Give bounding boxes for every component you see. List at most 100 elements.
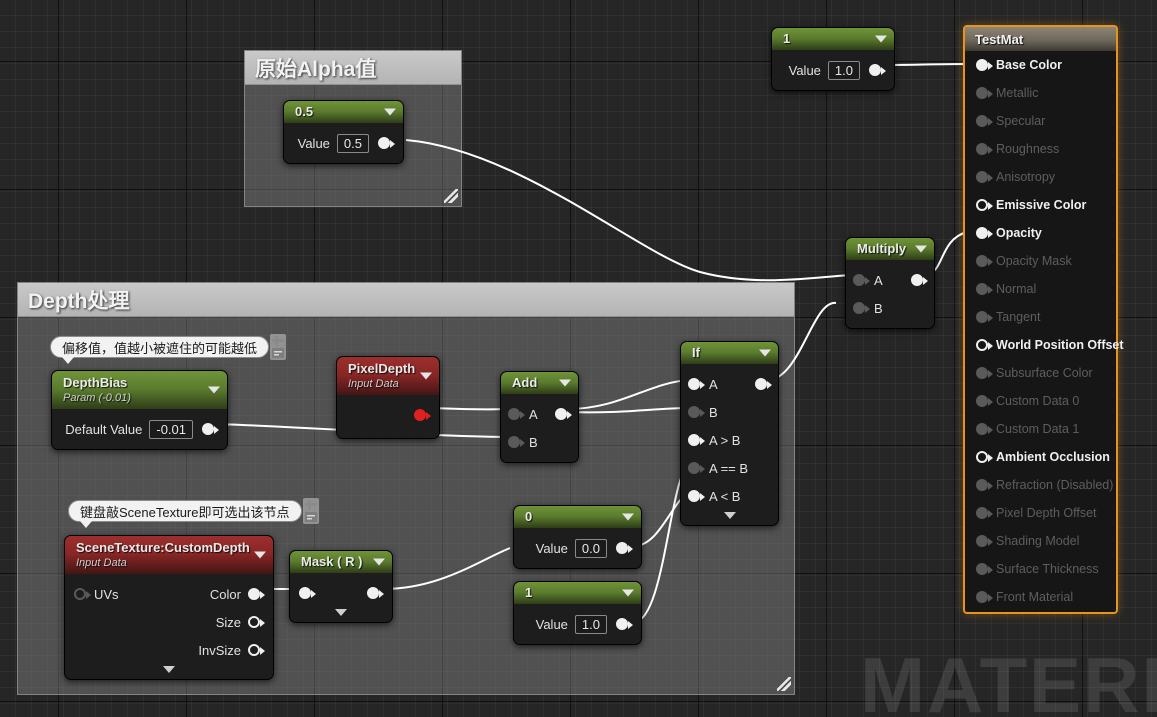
node-header[interactable]: Add (501, 372, 578, 394)
value-input[interactable]: 1.0 (827, 60, 860, 80)
node-header[interactable]: Mask ( R ) (290, 551, 392, 573)
material-input-row[interactable]: World Position Offset (965, 331, 1124, 359)
input-pin-a[interactable] (508, 407, 525, 421)
input-pin-a-greater-b[interactable] (688, 433, 705, 447)
comment-header-depth[interactable]: Depth处理 (18, 283, 794, 317)
material-input-row[interactable]: Ambient Occlusion (965, 443, 1116, 471)
material-input-pin[interactable] (976, 338, 993, 352)
node-constant-half[interactable]: 0.5 Value 0.5 (283, 100, 404, 164)
note-icon[interactable] (272, 348, 285, 358)
node-if[interactable]: If A B A > B A == B A < B (680, 341, 779, 526)
node-header[interactable]: DepthBias Param (-0.01) (52, 371, 227, 409)
material-input-pin[interactable] (976, 86, 993, 100)
node-constant-one-bottom[interactable]: 1 Value 1.0 (513, 581, 642, 645)
material-input-pin[interactable] (976, 282, 993, 296)
material-input-pin[interactable] (976, 58, 993, 72)
material-input-row[interactable]: Subsurface Color (965, 359, 1116, 387)
pin-icon[interactable] (272, 336, 285, 346)
node-header[interactable]: 0.5 (284, 101, 403, 123)
output-pin[interactable] (616, 541, 633, 555)
chevron-down-icon[interactable] (622, 589, 634, 597)
output-pin[interactable] (616, 617, 633, 631)
output-pin[interactable] (414, 408, 431, 422)
output-pin[interactable] (202, 422, 219, 436)
node-constant-one-top[interactable]: 1 Value 1.0 (771, 27, 895, 91)
chevron-down-icon[interactable] (875, 35, 887, 43)
input-pin-b[interactable] (853, 301, 870, 315)
material-input-row[interactable]: Metallic (965, 79, 1116, 107)
chevron-down-icon[interactable] (559, 379, 571, 387)
material-input-pin[interactable] (976, 254, 993, 268)
value-input[interactable]: -0.01 (149, 419, 193, 439)
material-input-row[interactable]: Base Color (965, 51, 1116, 79)
material-input-pin[interactable] (976, 170, 993, 184)
material-input-row[interactable]: Emissive Color (965, 191, 1116, 219)
material-input-row[interactable]: Opacity (965, 219, 1116, 247)
tooltip-bubble[interactable]: 键盘敲SceneTexture即可选出该节点 (68, 500, 302, 522)
node-header[interactable]: 1 (772, 28, 894, 50)
chevron-down-icon[interactable] (622, 513, 634, 521)
material-input-row[interactable]: Refraction (Disabled) (965, 471, 1116, 499)
expand-chevron-icon[interactable] (335, 609, 347, 616)
input-pin-a[interactable] (853, 273, 870, 287)
material-input-row[interactable]: Normal (965, 275, 1116, 303)
input-pin-a-equals-b[interactable] (688, 461, 705, 475)
material-input-pin[interactable] (976, 506, 993, 520)
resize-grip-icon[interactable] (777, 677, 791, 691)
output-pin-size[interactable] (248, 615, 265, 629)
node-header[interactable]: Multiply (846, 238, 934, 260)
chevron-down-icon[interactable] (759, 349, 771, 357)
material-input-row[interactable]: Custom Data 0 (965, 387, 1116, 415)
comment-header-alpha[interactable]: 原始Alpha值 (245, 51, 461, 85)
node-header[interactable]: 1 (514, 582, 641, 604)
material-input-pin[interactable] (976, 590, 993, 604)
material-input-pin[interactable] (976, 114, 993, 128)
material-input-row[interactable]: Shading Model (965, 527, 1116, 555)
material-input-pin[interactable] (976, 310, 993, 324)
material-input-row[interactable]: Custom Data 1 (965, 415, 1116, 443)
chevron-down-icon[interactable] (420, 372, 432, 380)
node-header[interactable]: SceneTexture:CustomDepth Input Data (65, 536, 273, 574)
input-pin-b[interactable] (688, 405, 705, 419)
value-input[interactable]: 0.5 (336, 133, 369, 153)
chevron-down-icon[interactable] (384, 108, 396, 116)
node-add[interactable]: Add A B (500, 371, 579, 463)
output-pin[interactable] (367, 586, 384, 600)
node-header[interactable]: PixelDepth Input Data (337, 357, 439, 395)
tooltip-depthbias[interactable]: 偏移值，值越小被遮住的可能越低 (50, 334, 287, 364)
material-input-pin[interactable] (976, 198, 993, 212)
node-multiply[interactable]: Multiply A B (845, 237, 935, 329)
material-input-pin[interactable] (976, 394, 993, 408)
tooltip-icon-group[interactable] (302, 498, 319, 524)
node-depthbias-param[interactable]: DepthBias Param (-0.01) Default Value -0… (51, 370, 228, 450)
pin-icon[interactable] (304, 500, 317, 510)
chevron-down-icon[interactable] (208, 386, 220, 394)
tooltip-icon-group[interactable] (270, 334, 287, 360)
node-scenetexture-customdepth[interactable]: SceneTexture:CustomDepth Input Data UVs … (64, 535, 274, 680)
value-input[interactable]: 0.0 (574, 538, 607, 558)
material-input-row[interactable]: Opacity Mask (965, 247, 1116, 275)
node-pixeldepth[interactable]: PixelDepth Input Data (336, 356, 440, 439)
expand-chevron-icon[interactable] (163, 666, 175, 673)
output-pin-invsize[interactable] (248, 643, 265, 657)
material-input-pin[interactable] (976, 534, 993, 548)
note-icon[interactable] (304, 512, 317, 522)
material-input-pin[interactable] (976, 478, 993, 492)
material-input-row[interactable]: Tangent (965, 303, 1116, 331)
output-pin-color[interactable] (248, 587, 265, 601)
output-pin[interactable] (869, 63, 886, 77)
material-input-pin[interactable] (976, 366, 993, 380)
node-material-output[interactable]: TestMat Base Color Metallic Specular Roughn… (963, 25, 1124, 614)
input-pin-a-less-b[interactable] (688, 489, 705, 503)
material-input-row[interactable]: Surface Thickness (965, 555, 1116, 583)
input-pin-b[interactable] (508, 435, 525, 449)
input-pin-a[interactable] (688, 377, 705, 391)
material-graph-canvas[interactable]: MATERIAL 原始Alpha值 Depth处理 (0, 0, 1157, 717)
value-input[interactable]: 1.0 (574, 614, 607, 634)
node-constant-zero[interactable]: 0 Value 0.0 (513, 505, 642, 569)
input-pin-uvs[interactable] (74, 587, 91, 601)
material-input-pin[interactable] (976, 422, 993, 436)
material-input-row[interactable]: Front Material (965, 583, 1116, 611)
material-input-pin[interactable] (976, 450, 993, 464)
material-input-pin[interactable] (976, 226, 993, 240)
